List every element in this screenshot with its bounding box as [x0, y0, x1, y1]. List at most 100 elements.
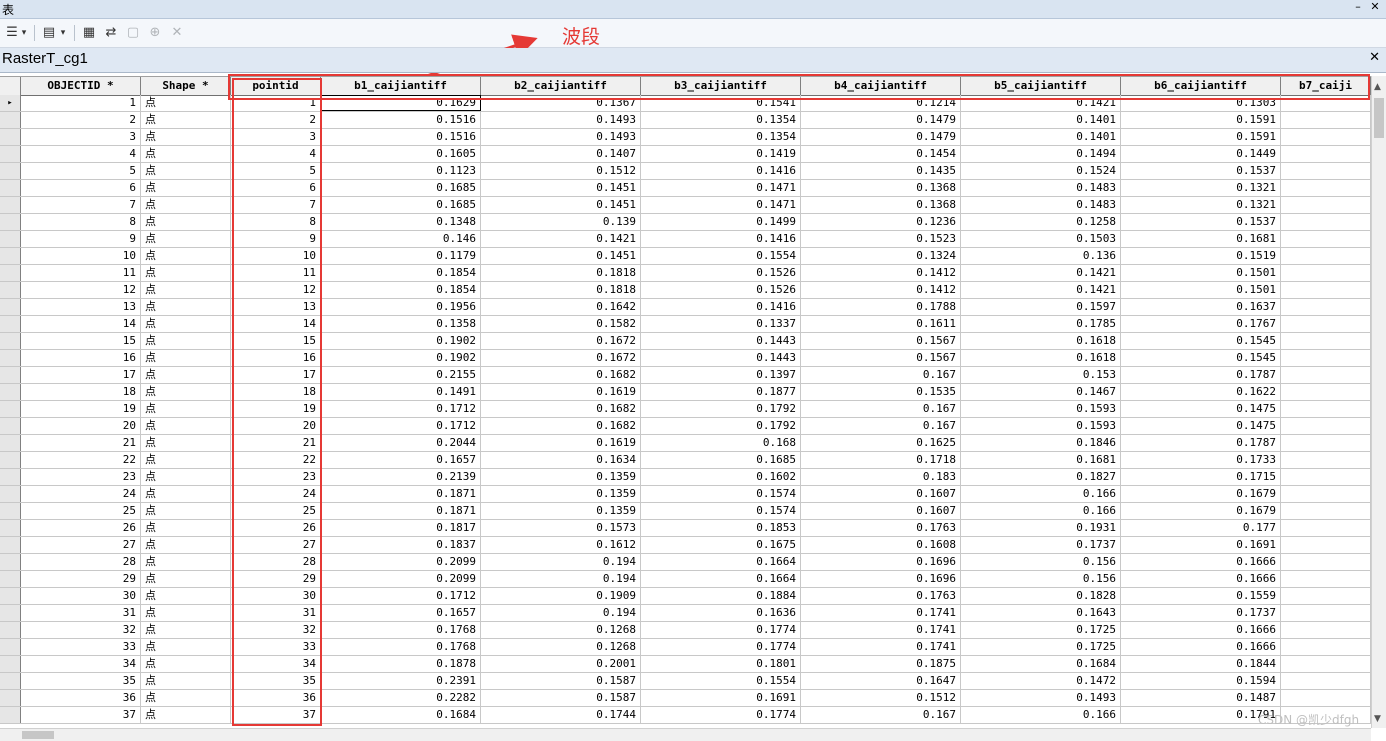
table-cell[interactable]: 点 — [141, 163, 231, 179]
row-selector[interactable] — [0, 418, 21, 434]
row-selector[interactable] — [0, 384, 21, 400]
row-selector[interactable] — [0, 367, 21, 383]
table-cell[interactable]: 0.1787 — [1121, 435, 1281, 451]
table-cell[interactable]: 点 — [141, 571, 231, 587]
table-cell[interactable]: 点 — [141, 180, 231, 196]
table-cell[interactable]: 0.1591 — [1121, 112, 1281, 128]
table-cell[interactable]: 0.1619 — [481, 435, 641, 451]
column-header-b6_caijiantiff[interactable]: b6_caijiantiff — [1121, 77, 1281, 95]
column-header-objectid[interactable]: OBJECTID * — [21, 77, 141, 95]
table-cell[interactable]: 0.1619 — [481, 384, 641, 400]
table-cell[interactable]: 点 — [141, 673, 231, 689]
table-cell[interactable]: 点 — [141, 418, 231, 434]
table-cell[interactable]: 0.1666 — [1121, 571, 1281, 587]
table-cell[interactable]: 0.1541 — [641, 95, 801, 111]
table-cell[interactable]: 0.1763 — [801, 588, 961, 604]
table-cell[interactable]: 0.1763 — [801, 520, 961, 536]
table-cell[interactable]: 0.1956 — [321, 299, 481, 315]
table-cell[interactable]: 0.1679 — [1121, 486, 1281, 502]
table-cell[interactable]: 21 — [231, 435, 321, 451]
row-selector[interactable] — [0, 486, 21, 502]
table-row[interactable]: 5 点 5 0.1123 0.1512 0.1416 0.1435 0.1524 0.1537 — [0, 163, 1371, 180]
table-cell[interactable]: 0.1591 — [1121, 129, 1281, 145]
row-selector[interactable] — [0, 537, 21, 553]
table-cell[interactable]: 0.1479 — [801, 112, 961, 128]
table-cell[interactable]: 0.1537 — [1121, 214, 1281, 230]
table-cell[interactable]: 0.1258 — [961, 214, 1121, 230]
table-cell[interactable]: 0.1236 — [801, 214, 961, 230]
table-cell[interactable]: 0.2099 — [321, 571, 481, 587]
table-row[interactable]: 10 点 10 0.1179 0.1451 0.1554 0.1324 0.136 0.1519 — [0, 248, 1371, 265]
table-cell[interactable]: 0.1179 — [321, 248, 481, 264]
table-cell[interactable]: 0.1554 — [641, 248, 801, 264]
table-cell[interactable]: 0.136 — [961, 248, 1121, 264]
table-cell[interactable]: 15 — [231, 333, 321, 349]
table-cell[interactable] — [1281, 316, 1371, 332]
table-cell[interactable]: 0.1545 — [1121, 350, 1281, 366]
row-selector[interactable] — [0, 214, 21, 230]
row-selector[interactable] — [0, 163, 21, 179]
table-cell[interactable]: 点 — [141, 435, 231, 451]
table-cell[interactable]: 0.1526 — [641, 282, 801, 298]
row-selector[interactable] — [0, 707, 21, 723]
table-cell[interactable]: 1 — [231, 95, 321, 111]
table-row[interactable]: 29 点 29 0.2099 0.194 0.1664 0.1696 0.156 0.1666 — [0, 571, 1371, 588]
table-cell[interactable]: 0.1634 — [481, 452, 641, 468]
table-cell[interactable]: 0.1791 — [1121, 707, 1281, 723]
table-cell[interactable]: 30 — [21, 588, 141, 604]
table-cell[interactable]: 0.1853 — [641, 520, 801, 536]
table-cell[interactable]: 0.1675 — [641, 537, 801, 553]
row-selector[interactable] — [0, 197, 21, 213]
table-cell[interactable]: 0.1607 — [801, 503, 961, 519]
table-cell[interactable]: 28 — [231, 554, 321, 570]
table-cell[interactable]: 0.1535 — [801, 384, 961, 400]
table-cell[interactable]: 8 — [21, 214, 141, 230]
table-cell[interactable]: 34 — [21, 656, 141, 672]
table-cell[interactable]: 0.1537 — [1121, 163, 1281, 179]
switch-selection-icon[interactable]: ⇄ — [102, 24, 120, 42]
table-cell[interactable]: 0.1618 — [961, 350, 1121, 366]
table-cell[interactable]: 5 — [231, 163, 321, 179]
column-header-b3_caijiantiff[interactable]: b3_caijiantiff — [641, 77, 801, 95]
table-cell[interactable]: 0.1545 — [1121, 333, 1281, 349]
table-cell[interactable]: 0.1324 — [801, 248, 961, 264]
table-cell[interactable]: 26 — [21, 520, 141, 536]
table-cell[interactable]: 0.1625 — [801, 435, 961, 451]
table-cell[interactable]: 6 — [21, 180, 141, 196]
table-cell[interactable]: 点 — [141, 656, 231, 672]
table-cell[interactable]: 4 — [231, 146, 321, 162]
select-by-attributes-icon[interactable]: ▦ — [80, 24, 98, 42]
row-selector[interactable] — [0, 350, 21, 366]
table-cell[interactable] — [1281, 350, 1371, 366]
table-cell[interactable]: 0.156 — [961, 554, 1121, 570]
column-header-b2_caijiantiff[interactable]: b2_caijiantiff — [481, 77, 641, 95]
horizontal-scrollbar[interactable] — [0, 728, 1371, 741]
table-cell[interactable]: 点 — [141, 520, 231, 536]
table-cell[interactable]: 0.1321 — [1121, 180, 1281, 196]
table-cell[interactable]: 36 — [231, 690, 321, 706]
table-cell[interactable]: 点 — [141, 707, 231, 723]
table-cell[interactable]: 0.1587 — [481, 690, 641, 706]
table-cell[interactable]: 6 — [231, 180, 321, 196]
table-row[interactable]: 11 点 11 0.1854 0.1818 0.1526 0.1412 0.1421 0.150… — [0, 265, 1371, 282]
table-cell[interactable]: 0.1574 — [641, 486, 801, 502]
table-cell[interactable]: 33 — [21, 639, 141, 655]
table-cell[interactable] — [1281, 180, 1371, 196]
table-cell[interactable]: 33 — [231, 639, 321, 655]
table-cell[interactable]: 0.1493 — [481, 112, 641, 128]
table-cell[interactable]: 0.2282 — [321, 690, 481, 706]
table-cell[interactable]: 0.1931 — [961, 520, 1121, 536]
table-row[interactable]: 13 点 13 0.1956 0.1642 0.1416 0.1788 0.1597 0.163… — [0, 299, 1371, 316]
table-cell[interactable]: 0.1712 — [321, 401, 481, 417]
row-selector[interactable] — [0, 248, 21, 264]
table-cell[interactable]: 14 — [21, 316, 141, 332]
table-cell[interactable]: 0.1421 — [961, 265, 1121, 281]
row-selector[interactable] — [0, 622, 21, 638]
column-header-b7_caiji[interactable]: b7_caiji — [1281, 77, 1371, 95]
row-selector[interactable]: ▸ — [0, 95, 21, 111]
row-selector[interactable] — [0, 265, 21, 281]
row-selector[interactable] — [0, 503, 21, 519]
table-cell[interactable]: 0.1574 — [641, 503, 801, 519]
table-cell[interactable] — [1281, 571, 1371, 587]
table-cell[interactable]: 0.1741 — [801, 605, 961, 621]
